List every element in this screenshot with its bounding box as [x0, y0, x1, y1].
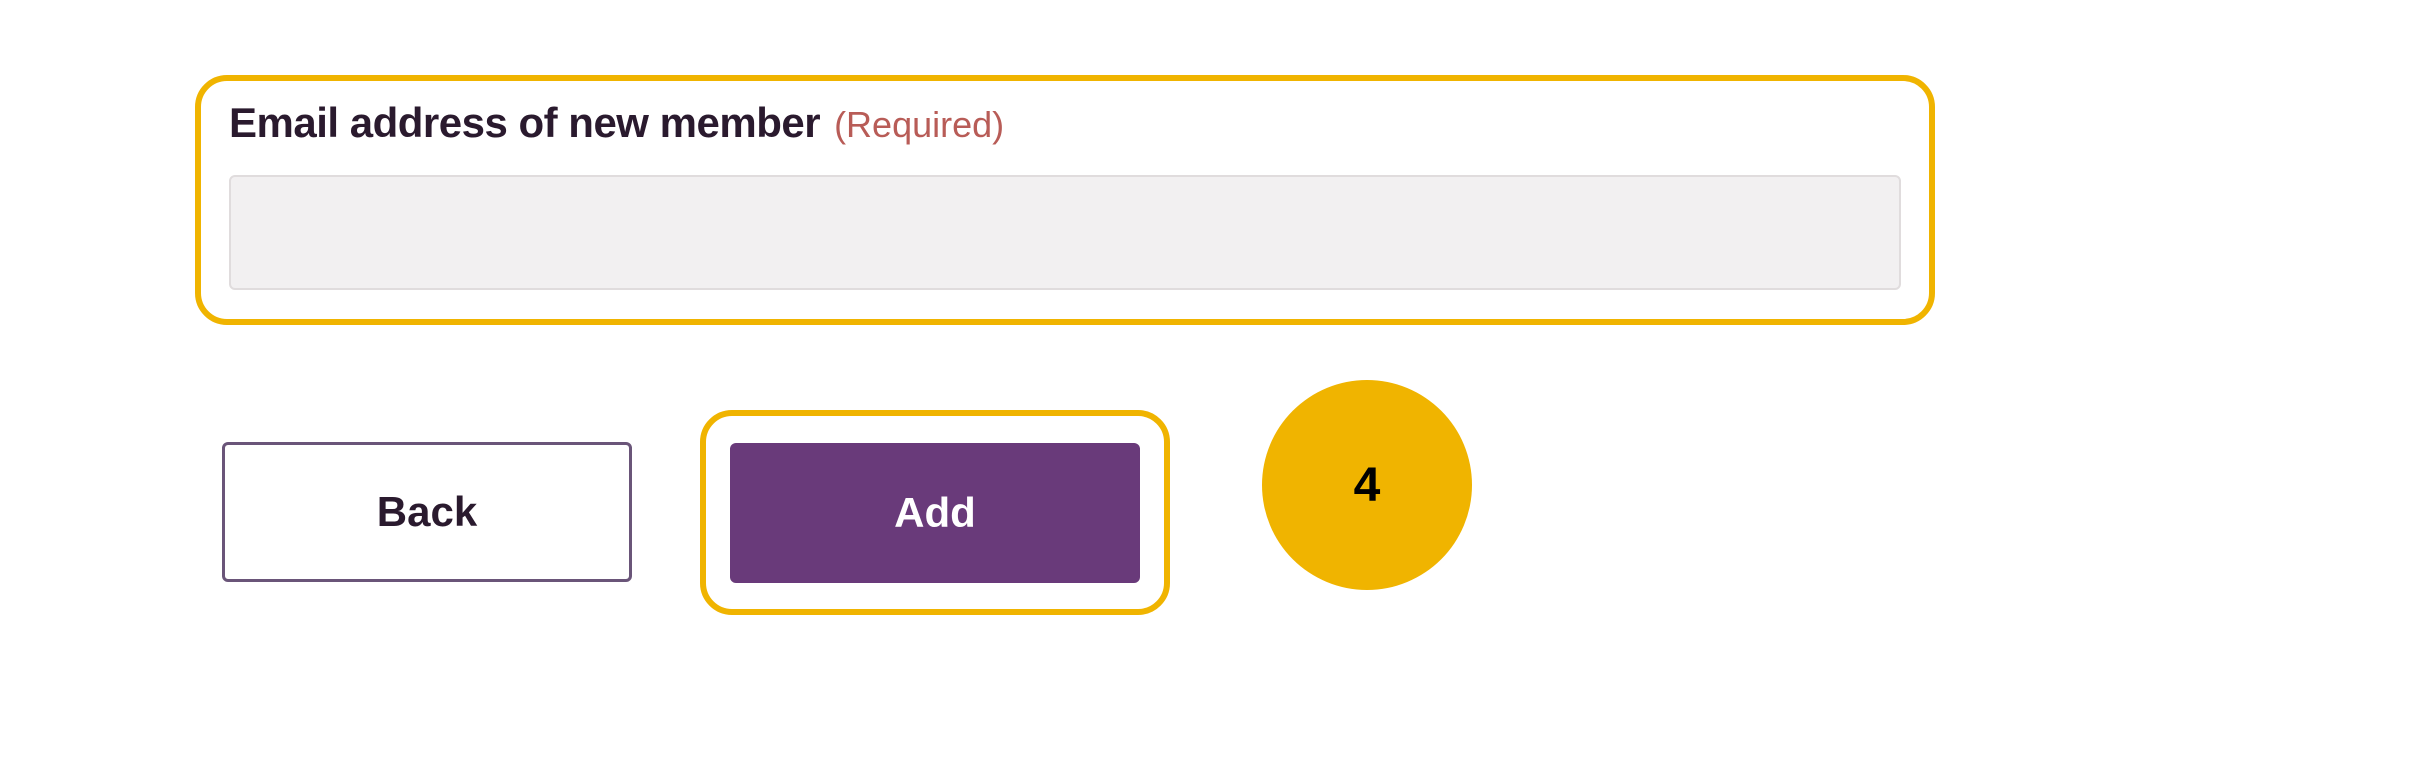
add-button-highlight: Add: [700, 410, 1170, 615]
email-field-label: Email address of new member: [229, 99, 820, 147]
step-badge: 4: [1262, 380, 1472, 590]
email-label-row: Email address of new member (Required): [229, 99, 1901, 147]
required-tag: (Required): [834, 104, 1004, 146]
add-button[interactable]: Add: [730, 443, 1140, 583]
email-input[interactable]: [229, 175, 1901, 290]
back-button[interactable]: Back: [222, 442, 632, 582]
add-button-label: Add: [894, 489, 976, 537]
email-field-highlight: Email address of new member (Required): [195, 75, 1935, 325]
step-badge-number: 4: [1354, 458, 1381, 513]
back-button-label: Back: [377, 488, 477, 536]
